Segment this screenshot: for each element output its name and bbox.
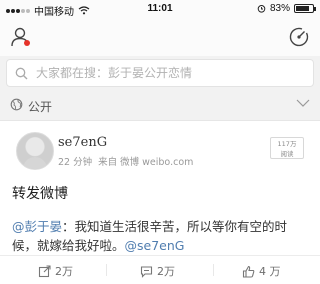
group-label: 公开 <box>28 100 53 114</box>
action-divider <box>213 264 214 276</box>
post-content: @彭于晏：我知道生活很辛苦，所以等你有空的时候，就嫁给我好啦。@se7enG <box>12 217 312 255</box>
battery-percent: 83% <box>269 3 290 14</box>
battery-fill <box>296 6 310 11</box>
search-icon <box>15 67 28 79</box>
read-count: 117万 <box>277 140 297 148</box>
radar-button[interactable] <box>288 26 310 48</box>
read-label: 阅读 <box>280 150 294 158</box>
profile-button[interactable] <box>10 26 32 48</box>
comment-icon <box>140 265 153 278</box>
globe-icon <box>10 98 23 111</box>
search-bar[interactable] <box>6 59 314 87</box>
post-actions: 2万 2万 4 万 <box>0 255 320 284</box>
like-button[interactable]: 4 万 <box>242 263 281 279</box>
comment-button[interactable]: 2万 <box>140 263 175 279</box>
avatar[interactable] <box>16 132 54 170</box>
repost-button[interactable]: 2万 <box>38 263 73 279</box>
like-count: 4 万 <box>259 265 281 278</box>
weibo-post-card[interactable]: se7enG 22 分钟 来自 微博 weibo.com 117万 阅读 转发微… <box>0 120 320 284</box>
battery-icon <box>294 4 316 13</box>
search-input[interactable] <box>34 65 298 81</box>
notification-dot <box>24 40 30 46</box>
radar-icon <box>289 27 309 47</box>
post-source: 来自 微博 weibo.com <box>98 157 194 168</box>
repost-count: 2万 <box>55 265 73 278</box>
post-username[interactable]: se7enG <box>58 135 107 150</box>
group-filter-row[interactable]: 公开 <box>0 92 320 118</box>
action-divider <box>106 264 107 276</box>
post-title: 转发微博 <box>12 186 68 202</box>
mention-link[interactable]: @彭于晏 <box>12 219 62 234</box>
comment-count: 2万 <box>157 265 175 278</box>
status-bar: 中国移动 11:01 83% <box>0 0 320 18</box>
thumbs-up-icon <box>242 265 255 278</box>
chevron-down-icon[interactable] <box>296 98 310 108</box>
post-time: 22 分钟 <box>58 157 93 168</box>
top-nav <box>0 18 320 56</box>
read-count-badge: 117万 阅读 <box>270 137 304 159</box>
post-meta: 22 分钟 来自 微博 weibo.com <box>58 154 193 168</box>
alarm-icon <box>257 5 266 13</box>
trailing-mention-link[interactable]: @se7enG <box>125 238 185 253</box>
repost-icon <box>38 264 51 277</box>
status-right: 83% <box>257 3 316 14</box>
